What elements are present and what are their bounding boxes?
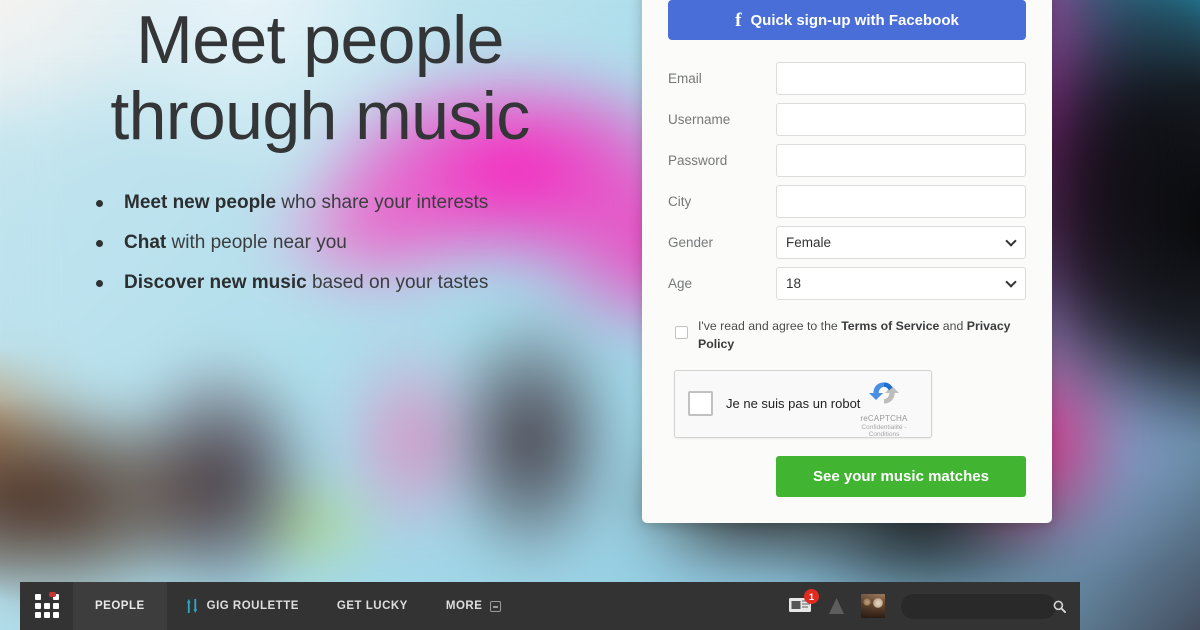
terms-of-service-link[interactable]: Terms of Service [841, 319, 939, 333]
messages-button[interactable]: 1 [788, 589, 819, 616]
facebook-signup-button[interactable]: f Quick sign-up with Facebook [668, 0, 1026, 40]
site-logo[interactable] [20, 582, 73, 630]
signup-form: Email Username Password City Gender Fema… [668, 62, 1026, 300]
email-label: Email [668, 71, 702, 86]
recaptcha-icon [869, 382, 899, 404]
benefit-text: with people near you [166, 232, 347, 254]
gender-select[interactable]: Female [776, 226, 1026, 259]
submit-button[interactable]: See your music matches [776, 455, 1026, 497]
recaptcha-brand-name: reCAPTCHA [860, 413, 908, 423]
nav-item-gig-roulette[interactable]: GIG ROULETTE [167, 582, 318, 630]
gender-row: Gender Female [668, 226, 1026, 259]
benefit-highlight: Meet new people [124, 192, 277, 214]
password-row: Password [668, 144, 1026, 177]
recaptcha-label: Je ne suis pas un robot [726, 396, 861, 412]
facebook-icon: f [735, 9, 742, 31]
bottom-navigation-bar: PEOPLE GIG ROULETTE GET LUCKY MORE 1 [20, 582, 1080, 630]
user-avatar[interactable] [861, 594, 885, 618]
nav-item-more[interactable]: MORE [427, 582, 521, 630]
nav-gig-roulette-label: GIG ROULETTE [206, 600, 299, 612]
age-row: Age 18 [668, 267, 1026, 300]
age-label: Age [668, 276, 693, 291]
chevron-down-icon [490, 600, 502, 612]
city-row: City [668, 185, 1026, 218]
landing-page: Meet people through music Meet new peopl… [0, 0, 1200, 630]
username-row: Username [668, 103, 1026, 136]
city-field[interactable] [776, 185, 1026, 218]
recaptcha-legal-links[interactable]: Confidentialité - Conditions [846, 424, 922, 438]
age-select[interactable]: 18 [776, 267, 1026, 300]
page-title: Meet people through music [30, 0, 610, 154]
list-item: Meet new people who share your interests [92, 192, 610, 214]
search-icon[interactable] [1053, 600, 1066, 613]
email-row: Email [668, 62, 1026, 95]
benefit-text: who share your interests [276, 192, 489, 214]
gender-label: Gender [668, 235, 714, 250]
search-input[interactable] [911, 600, 1053, 612]
facebook-signup-label: Quick sign-up with Facebook [750, 11, 959, 29]
nav-more-label: MORE [445, 600, 483, 612]
logo-red-dot-icon [49, 592, 56, 597]
hero-section: Meet people through music Meet new peopl… [0, 0, 640, 312]
hero-title-line-2: through music [110, 78, 530, 155]
email-field[interactable] [776, 62, 1026, 95]
logo-grid-icon [34, 594, 59, 618]
nav-item-people[interactable]: PEOPLE [73, 582, 167, 630]
signup-card: f Quick sign-up with Facebook Email User… [642, 0, 1052, 523]
nav-actions: 1 [788, 589, 1080, 619]
nav-item-get-lucky[interactable]: GET LUCKY [318, 582, 427, 630]
hero-title-line-1: Meet people [136, 2, 504, 78]
messages-badge: 1 [804, 589, 819, 604]
city-label: City [668, 194, 692, 209]
list-item: Discover new music based on your tastes [92, 272, 610, 294]
notifications-bell-icon[interactable] [828, 597, 845, 616]
terms-middle: and [939, 319, 967, 333]
gig-roulette-icon [186, 599, 197, 613]
recaptcha-widget[interactable]: Je ne suis pas un robot reCAPTCHA Confid… [674, 369, 932, 438]
search-box[interactable] [901, 593, 1066, 619]
recaptcha-checkbox[interactable] [688, 391, 713, 417]
age-selected-value: 18 [786, 276, 802, 291]
recaptcha-branding: reCAPTCHA Confidentialité - Conditions [846, 378, 922, 438]
username-label: Username [668, 112, 731, 127]
password-label: Password [668, 153, 728, 168]
terms-text: I've read and agree to the Terms of Serv… [698, 318, 1018, 354]
list-item: Chat with people near you [92, 232, 610, 254]
terms-agreement: I've read and agree to the Terms of Serv… [668, 318, 1026, 354]
username-field[interactable] [776, 103, 1026, 136]
password-field[interactable] [776, 144, 1026, 177]
benefit-text: based on your tastes [306, 272, 489, 293]
terms-checkbox[interactable] [675, 326, 688, 339]
nav-get-lucky-label: GET LUCKY [336, 600, 408, 612]
terms-prefix: I've read and agree to the [698, 319, 842, 333]
benefit-highlight: Chat [124, 232, 167, 254]
benefit-highlight: Discover new music [124, 272, 307, 293]
hero-benefits-list: Meet new people who share your interests… [30, 192, 610, 294]
submit-row: See your music matches [668, 455, 1026, 497]
gender-selected-value: Female [786, 235, 832, 250]
